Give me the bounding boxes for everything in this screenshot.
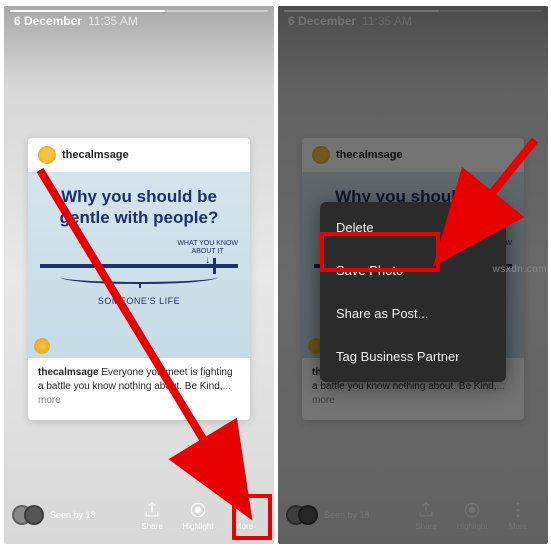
post-diagram: WHAT YOU KNOW ABOUT IT ↓ SOMEONE'S LIFE xyxy=(40,264,238,306)
more-menu: Delete Save Photo Share as Post... Tag B… xyxy=(320,202,506,382)
highlight-button[interactable]: Highlight xyxy=(176,500,220,531)
more-button[interactable]: More xyxy=(222,500,266,531)
seen-by-label: Seen by 18 xyxy=(50,510,96,520)
story-view-right: 6 December 11:35 AM thecalmsage Why you … xyxy=(278,6,548,544)
story-post-card[interactable]: thecalmsage Why you should be gentle wit… xyxy=(28,138,250,420)
story-date: 6 December xyxy=(14,14,82,28)
share-button[interactable]: Share xyxy=(130,500,174,531)
life-label: SOMEONE'S LIFE xyxy=(40,296,238,306)
post-caption: thecalmsage Everyone you meet is fightin… xyxy=(28,358,250,420)
menu-delete[interactable]: Delete xyxy=(320,206,506,249)
know-label: WHAT YOU KNOW ABOUT IT ↓ xyxy=(177,240,238,266)
menu-share-as-post[interactable]: Share as Post... xyxy=(320,292,506,335)
menu-tag-partner[interactable]: Tag Business Partner xyxy=(320,335,506,378)
menu-save-photo[interactable]: Save Photo xyxy=(320,249,506,292)
share-icon xyxy=(142,500,162,520)
story-toolbar: Seen by 18 Share Highlight More xyxy=(4,486,274,544)
story-time: 11:35 AM xyxy=(88,14,138,28)
story-view-left: 6 December 11:35 AM thecalmsage Why you … xyxy=(4,6,274,544)
post-username: thecalmsage xyxy=(62,149,129,161)
viewers[interactable]: Seen by 18 xyxy=(12,505,130,525)
avatar xyxy=(38,146,56,164)
watermark: wsxdn.com xyxy=(492,264,547,275)
story-header: 6 December 11:35 AM xyxy=(4,6,274,36)
more-icon xyxy=(234,500,254,520)
badge-icon xyxy=(34,338,50,354)
highlight-icon xyxy=(188,500,208,520)
post-headline: Why you should be gentle with people? xyxy=(44,186,234,229)
post-header: thecalmsage xyxy=(28,138,250,172)
post-image: Why you should be gentle with people? WH… xyxy=(28,172,250,358)
